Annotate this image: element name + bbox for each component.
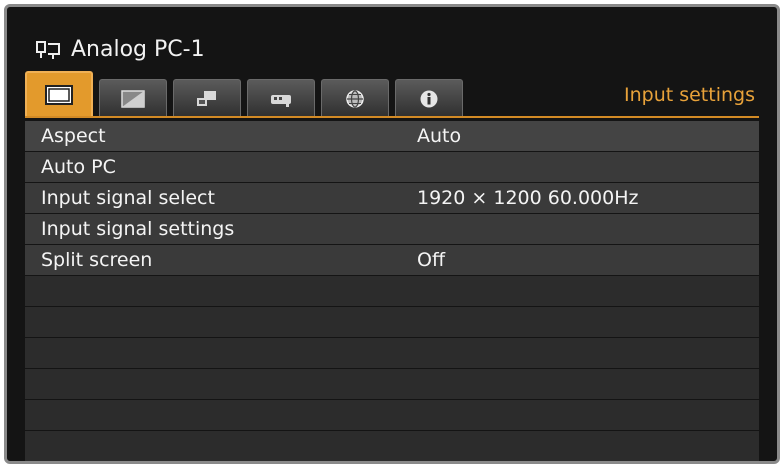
empty-row: [25, 431, 759, 461]
menu-item-value: 1920 × 1200 60.000Hz: [417, 187, 639, 209]
menu-tabs: [25, 71, 463, 117]
empty-row: [25, 276, 759, 307]
tab-divider: [25, 116, 759, 118]
screen-icon: [44, 84, 74, 106]
empty-row: [25, 307, 759, 338]
tab-screen-settings[interactable]: [25, 71, 93, 117]
empty-row: [25, 369, 759, 400]
menu-item-split-screen[interactable]: Split screen Off: [25, 245, 759, 276]
network-icon: [343, 88, 367, 110]
input-source-icon: [35, 38, 63, 62]
source-header: Analog PC-1: [35, 33, 205, 67]
source-name: Analog PC-1: [71, 37, 205, 62]
menu-item-value: Off: [417, 249, 446, 271]
menu-item-input-signal-settings[interactable]: Input signal settings: [25, 214, 759, 245]
tab-network-settings[interactable]: [321, 79, 389, 117]
image-adjust-icon: [120, 89, 146, 109]
menu-item-label: Input signal settings: [41, 218, 235, 240]
menu-item-label: Split screen: [41, 249, 153, 271]
tab-information[interactable]: [395, 79, 463, 117]
menu-item-aspect[interactable]: Aspect Auto: [25, 121, 759, 152]
settings-list: Aspect Auto Auto PC Input signal select …: [25, 121, 759, 461]
osd-menu-window: Analog PC-1 Input settings Aspect Auto A…: [4, 4, 780, 464]
system-icon: [268, 89, 294, 109]
menu-item-label: Auto PC: [41, 156, 116, 178]
tab-image-adjustment[interactable]: [99, 79, 167, 117]
section-title: Input settings: [623, 84, 755, 106]
menu-item-value: Auto: [417, 125, 462, 147]
empty-row: [25, 338, 759, 369]
tab-system-settings[interactable]: [247, 79, 315, 117]
empty-row: [25, 400, 759, 431]
information-icon: [418, 88, 440, 110]
menu-item-label: Aspect: [41, 125, 106, 147]
tab-installation[interactable]: [173, 79, 241, 117]
menu-item-auto-pc[interactable]: Auto PC: [25, 152, 759, 183]
menu-item-label: Input signal select: [41, 187, 215, 209]
menu-item-input-signal-select[interactable]: Input signal select 1920 × 1200 60.000Hz: [25, 183, 759, 214]
installation-icon: [194, 89, 220, 109]
